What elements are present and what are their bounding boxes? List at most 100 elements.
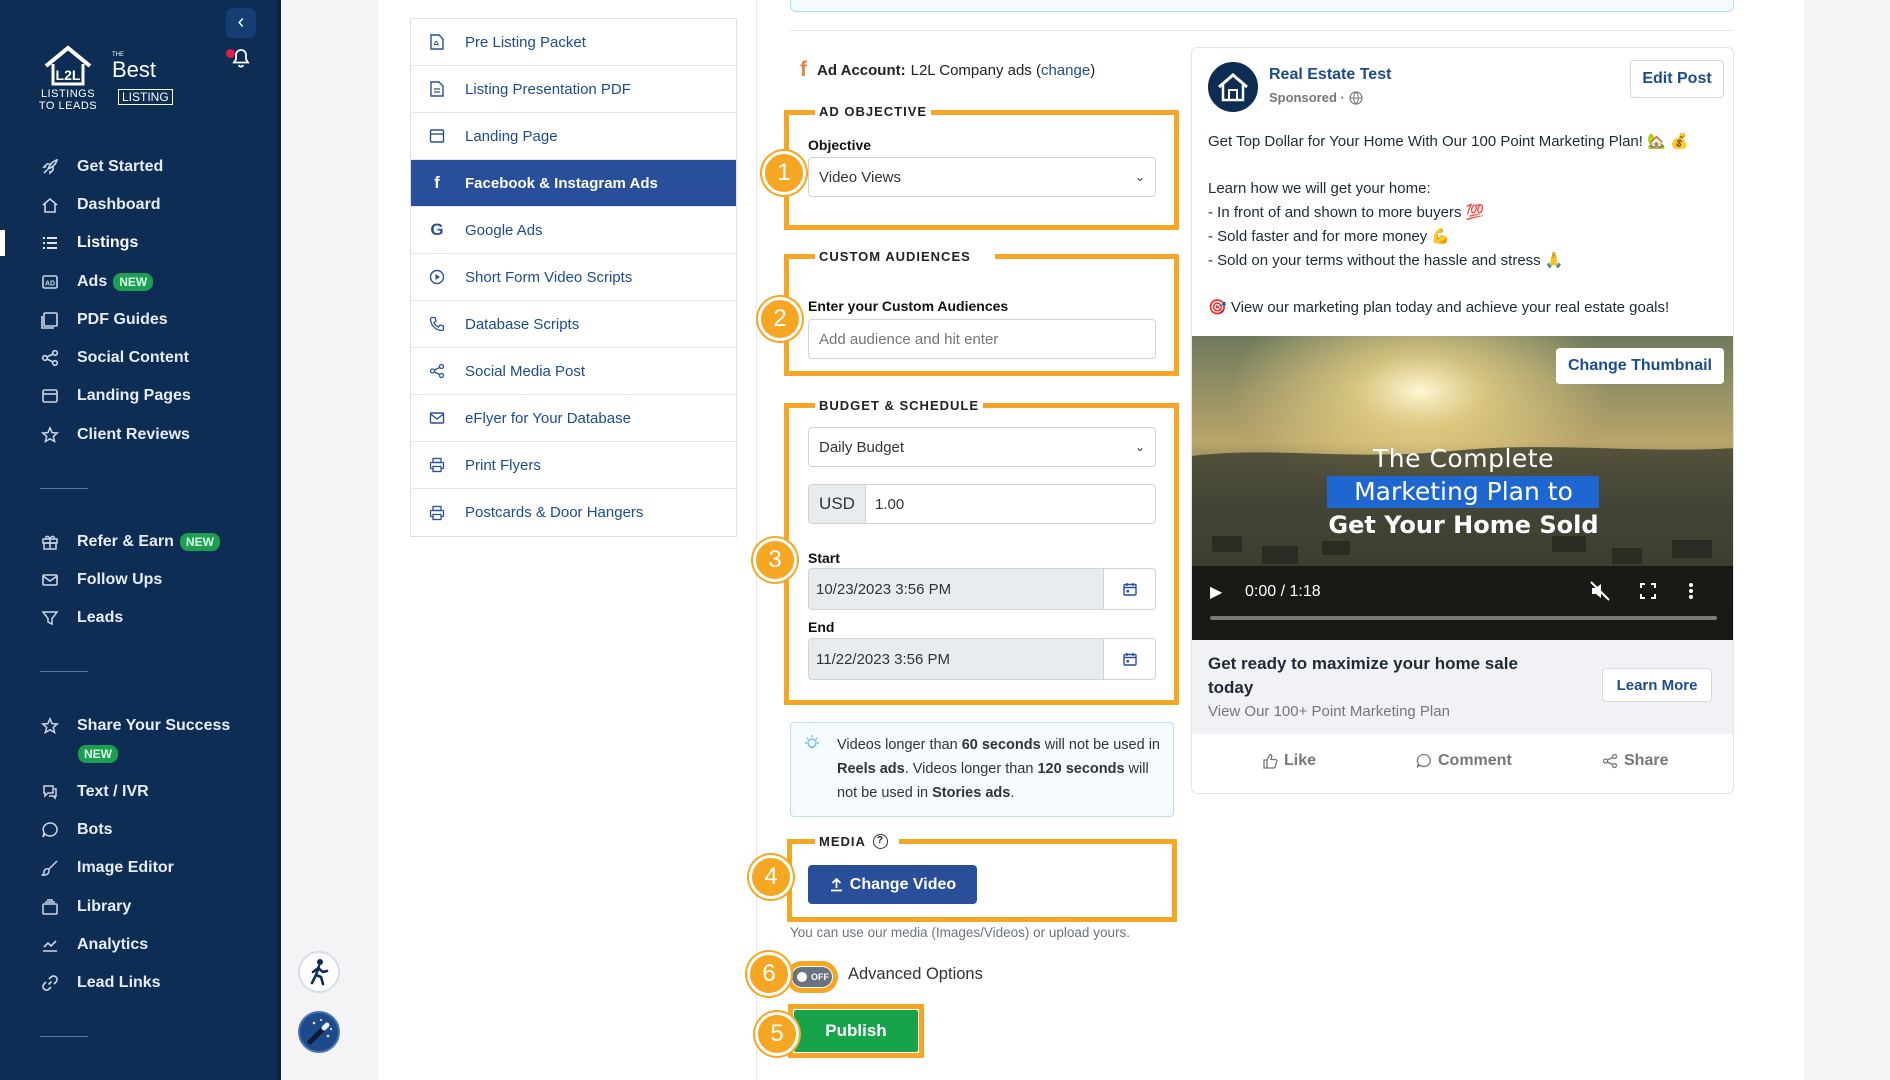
end-date-input[interactable]: 11/22/2023 3:56 PM bbox=[808, 638, 1104, 680]
sidebar-item-share-your-success[interactable]: Share Your Success bbox=[0, 709, 277, 743]
share-label: Share bbox=[1624, 752, 1669, 769]
chat-icon bbox=[40, 782, 60, 802]
menu-item-database-scripts[interactable]: Database Scripts bbox=[411, 301, 736, 348]
sidebar-item-get-started[interactable]: Get Started bbox=[0, 150, 277, 184]
mail-icon bbox=[40, 570, 60, 590]
menu-item-pre-listing-packet[interactable]: Pre Listing Packet bbox=[411, 19, 736, 66]
step-badge-3: 3 bbox=[753, 538, 797, 582]
advanced-options-label: Advanced Options bbox=[848, 965, 983, 983]
change-video-label: Change Video bbox=[849, 875, 957, 893]
video-player[interactable]: Change Thumbnail The Complete Marketing … bbox=[1192, 336, 1733, 640]
ad-objective-title: AD OBJECTIVE bbox=[815, 104, 932, 119]
budget-amount-input[interactable]: 1.00 bbox=[865, 484, 1156, 524]
sidebar-item-pdf-guides[interactable]: PDF Guides bbox=[0, 303, 277, 337]
notification-dot bbox=[226, 49, 235, 58]
share-action[interactable]: Share bbox=[1602, 752, 1668, 770]
sidebar-item-label: Library bbox=[77, 898, 132, 915]
sidebar-item-landing-pages[interactable]: Landing Pages bbox=[0, 379, 277, 413]
menu-item-listing-presentation-pdf[interactable]: Listing Presentation PDF bbox=[411, 66, 736, 113]
video-progress-bar[interactable] bbox=[1210, 616, 1717, 620]
folder-icon bbox=[40, 897, 60, 917]
objective-select[interactable]: Video Views ⌄ bbox=[808, 157, 1156, 197]
menu-item-landing-page[interactable]: Landing Page bbox=[411, 113, 736, 160]
sponsored-row: Sponsored · bbox=[1269, 90, 1363, 105]
menu-item-label: eFlyer for Your Database bbox=[465, 409, 631, 427]
ad-account-change-link[interactable]: change bbox=[1041, 62, 1090, 79]
currency-label: USD bbox=[819, 494, 855, 513]
video-title-line2: Marketing Plan to bbox=[1354, 477, 1573, 506]
info-bold-1: 60 seconds bbox=[961, 737, 1041, 753]
end-date-picker-button[interactable] bbox=[1103, 638, 1156, 680]
top-info-strip bbox=[790, 0, 1734, 12]
fullscreen-icon[interactable] bbox=[1639, 582, 1657, 605]
menu-item-print-flyers[interactable]: Print Flyers bbox=[411, 442, 736, 489]
sidebar-scroll-edge[interactable] bbox=[277, 0, 281, 1080]
menu-item-google-ads[interactable]: G Google Ads bbox=[411, 207, 736, 254]
page-name[interactable]: Real Estate Test bbox=[1269, 66, 1391, 84]
more-options-icon[interactable] bbox=[1688, 582, 1694, 605]
rocket-icon bbox=[40, 157, 60, 177]
advanced-options-toggle[interactable]: OFF bbox=[792, 967, 832, 987]
menu-item-label: Social Media Post bbox=[465, 362, 586, 380]
sidebar-item-library[interactable]: Library bbox=[0, 890, 277, 924]
help-icon[interactable]: ? bbox=[872, 834, 888, 849]
paren-open: ( bbox=[1031, 61, 1041, 79]
collapse-sidebar-button[interactable]: ‹ bbox=[226, 8, 256, 38]
menu-item-social-media-post[interactable]: Social Media Post bbox=[411, 348, 736, 395]
sponsored-label: Sponsored · bbox=[1269, 90, 1345, 105]
menu-item-eflyer[interactable]: eFlyer for Your Database bbox=[411, 395, 736, 442]
sidebar-divider bbox=[40, 1036, 88, 1037]
like-action[interactable]: Like bbox=[1262, 752, 1316, 770]
menu-item-label: Landing Page bbox=[465, 127, 558, 145]
sidebar-item-label: Dashboard bbox=[77, 196, 161, 213]
info-text-5: . bbox=[1010, 785, 1015, 801]
budget-type-select[interactable]: Daily Budget ⌄ bbox=[808, 427, 1156, 467]
mute-icon[interactable] bbox=[1589, 580, 1611, 607]
sidebar-item-social-content[interactable]: Social Content bbox=[0, 341, 277, 375]
sidebar-item-client-reviews[interactable]: Client Reviews bbox=[0, 418, 277, 452]
menu-item-label: Print Flyers bbox=[465, 456, 541, 474]
home-icon bbox=[40, 195, 60, 215]
paren-close: ) bbox=[1090, 61, 1096, 79]
sidebar-item-leads[interactable]: Leads bbox=[0, 601, 277, 635]
google-icon: G bbox=[430, 220, 444, 239]
new-badge: NEW bbox=[78, 745, 118, 763]
accessibility-button[interactable] bbox=[298, 951, 340, 993]
calendar-icon bbox=[1122, 653, 1137, 666]
page-avatar bbox=[1208, 62, 1258, 112]
change-thumbnail-button[interactable]: Change Thumbnail bbox=[1556, 348, 1724, 384]
sidebar-item-bots[interactable]: Bots bbox=[0, 813, 277, 847]
sidebar-item-image-editor[interactable]: Image Editor bbox=[0, 851, 277, 885]
sidebar-item-label: Refer & Earn bbox=[77, 533, 174, 550]
sidebar-item-analytics[interactable]: Analytics bbox=[0, 928, 277, 962]
comment-icon bbox=[1416, 753, 1431, 768]
sidebar-item-lead-links[interactable]: Lead Links bbox=[0, 966, 277, 1000]
menu-item-facebook-instagram-ads[interactable]: f Facebook & Instagram Ads bbox=[411, 160, 736, 207]
sidebar-item-label: Client Reviews bbox=[77, 426, 190, 443]
sidebar-item-label: Text / IVR bbox=[77, 783, 149, 800]
info-text-2: will not be used in bbox=[1040, 737, 1160, 753]
start-date-picker-button[interactable] bbox=[1103, 568, 1156, 610]
change-video-button[interactable]: Change Video bbox=[808, 865, 977, 904]
sidebar-item-follow-ups[interactable]: Follow Ups bbox=[0, 563, 277, 597]
custom-audiences-input[interactable] bbox=[808, 319, 1156, 359]
sidebar-item-ads[interactable]: AD Ads NEW bbox=[0, 265, 277, 299]
sidebar-item-listings[interactable]: Listings bbox=[0, 226, 277, 260]
menu-item-short-form-video-scripts[interactable]: Short Form Video Scripts bbox=[411, 254, 736, 301]
edit-post-button[interactable]: Edit Post bbox=[1630, 60, 1724, 98]
learn-more-button[interactable]: Learn More bbox=[1602, 668, 1712, 702]
sidebar-item-text-ivr[interactable]: Text / IVR bbox=[0, 775, 277, 809]
svg-text:L2L: L2L bbox=[56, 67, 81, 83]
sidebar-item-label: Share Your Success bbox=[77, 717, 231, 734]
menu-item-postcards-door-hangers[interactable]: Postcards & Door Hangers bbox=[411, 489, 736, 536]
comment-action[interactable]: Comment bbox=[1416, 752, 1512, 770]
best-listing-logo: THE Best LISTING bbox=[112, 52, 176, 105]
sidebar-item-dashboard[interactable]: Dashboard bbox=[0, 188, 277, 222]
step-badge-4: 4 bbox=[749, 855, 793, 899]
sidebar-item-label: Analytics bbox=[77, 936, 149, 953]
start-date-input[interactable]: 10/23/2023 3:56 PM bbox=[808, 568, 1104, 610]
sidebar-divider bbox=[40, 671, 88, 672]
play-icon[interactable]: ▶ bbox=[1210, 582, 1222, 602]
sidebar-item-refer-earn[interactable]: Refer & Earn NEW bbox=[0, 525, 277, 559]
magic-wand-button[interactable] bbox=[298, 1011, 340, 1053]
